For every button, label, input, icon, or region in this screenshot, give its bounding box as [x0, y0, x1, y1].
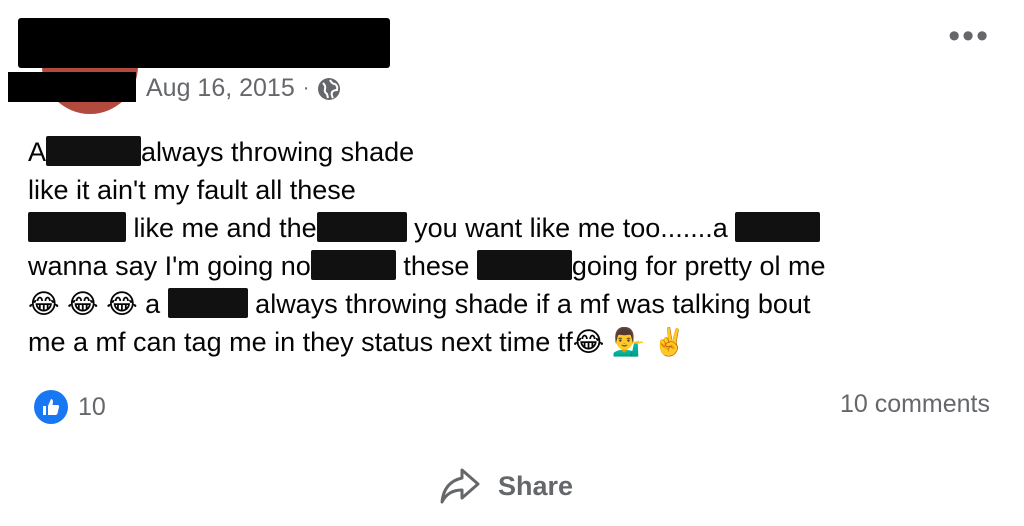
post-text-segment: like me and the [126, 213, 317, 243]
like-count: 10 [78, 392, 106, 421]
post-text-segment: always throwing shade if a mf was talkin… [247, 289, 811, 319]
redaction-bar [310, 250, 396, 280]
redaction-bar [28, 212, 126, 242]
redaction-bar [735, 212, 821, 242]
meta-separator: · [302, 77, 310, 99]
post-text-segment: wanna say I'm going no [28, 251, 311, 281]
post-text-segment: A [28, 137, 47, 167]
post-text-segment: 😂 😂 😂 a [28, 289, 168, 319]
share-label: Share [498, 470, 574, 501]
redacted-author-name [18, 18, 390, 68]
post-text-segment: me a mf can tag me in they status next t… [28, 327, 687, 357]
redaction-bar [316, 212, 407, 242]
post-text-segment: always throwing shade [141, 137, 415, 167]
redacted-author-name-extra [8, 72, 136, 102]
post-text: Aalways throwing shade like it ain't my f… [28, 133, 988, 361]
post-text-line: Aalways throwing shade [28, 133, 988, 171]
redaction-bar [167, 288, 248, 318]
redaction-bar [46, 136, 142, 166]
comments-count-link[interactable]: 10 comments [840, 390, 990, 419]
post-date[interactable]: Aug 16, 2015 [146, 74, 295, 103]
post-text-segment: going for pretty ol me [571, 251, 826, 281]
post-meta: Aug 16, 2015 · [146, 74, 341, 103]
reactions-summary[interactable]: 10 [34, 390, 106, 424]
post-text-line: wanna say I'm going no these going for p… [28, 247, 988, 285]
post-text-line: like me and the you want like me too....… [28, 209, 988, 247]
like-icon [34, 390, 68, 424]
globe-icon[interactable] [317, 77, 341, 101]
redaction-bar [476, 250, 572, 280]
facebook-post: Aug 16, 2015 · ••• Aalways throwing shad… [0, 0, 1024, 526]
post-text-line: 😂 😂 😂 a always throwing shade if a mf wa… [28, 285, 988, 323]
share-button[interactable]: Share [438, 466, 573, 506]
post-text-segment: these [395, 251, 477, 281]
post-text-segment: like it ain't my fault all these [28, 175, 356, 205]
more-options-button[interactable]: ••• [948, 19, 990, 53]
post-text-line: like it ain't my fault all these [28, 171, 988, 209]
post-text-segment: you want like me too.......a [406, 213, 736, 243]
share-icon [440, 468, 480, 504]
post-text-line: me a mf can tag me in they status next t… [28, 323, 988, 361]
